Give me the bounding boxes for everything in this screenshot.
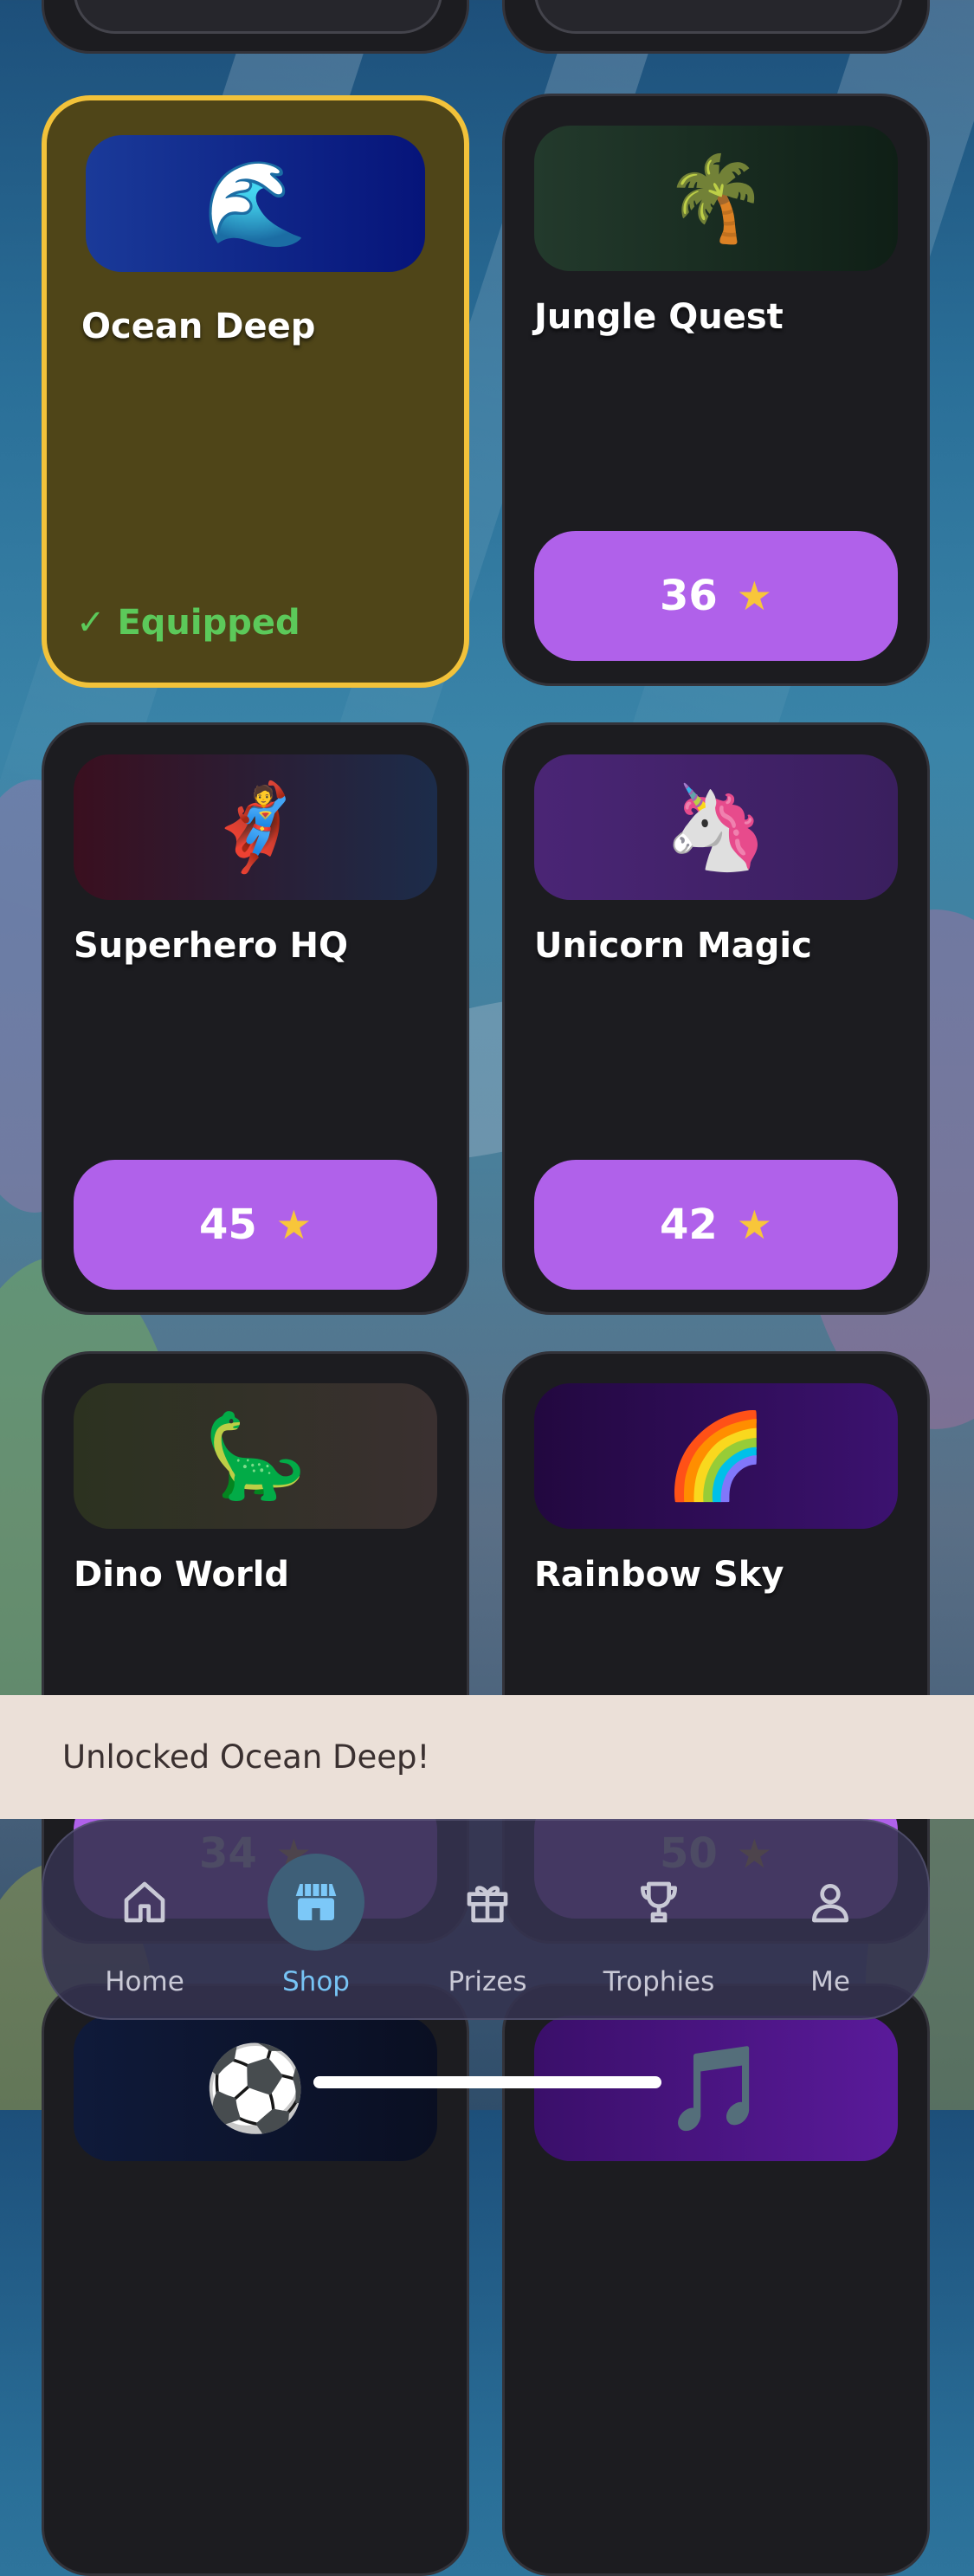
water-wave-icon: 🌊 [86,135,425,272]
star-icon: ★ [275,1201,313,1248]
person-icon [782,1854,879,1951]
buy-button[interactable]: 36 ★ [534,531,898,661]
theme-card-music[interactable]: 🎵 [502,1984,930,2576]
theme-card-superhero-hq[interactable]: 🦸 Superhero HQ 45 ★ [42,722,469,1315]
card-title: Rainbow Sky [534,1555,784,1595]
star-icon: ★ [736,573,773,619]
soccer-ball-icon: ⚽ [74,2016,437,2161]
tab-me[interactable]: Me [744,1821,917,2022]
gift-icon [439,1854,536,1951]
theme-card-jungle-quest[interactable]: 🌴 Jungle Quest 36 ★ [502,94,930,686]
tab-label: Home [105,1966,184,1997]
unicorn-icon: 🦄 [534,754,898,900]
theme-card-sports[interactable]: ⚽ [42,1984,469,2576]
tab-prizes[interactable]: Prizes [401,1821,574,2022]
card-title: Superhero HQ [74,926,348,966]
tab-label: Trophies [603,1966,715,1997]
bottom-tab-bar: Home Shop Prizes Trophies Me [42,1819,930,2020]
tab-shop[interactable]: Shop [229,1821,403,2022]
theme-card-partial[interactable] [42,0,469,54]
buy-button[interactable]: 42 ★ [534,1160,898,1290]
price-button[interactable] [74,0,442,34]
toast-message: Unlocked Ocean Deep! [62,1738,430,1776]
unlock-toast: Unlocked Ocean Deep! [0,1695,974,1819]
music-note-icon: 🎵 [534,2016,898,2161]
tab-label: Shop [282,1966,350,1997]
card-title: Unicorn Magic [534,926,812,966]
equipped-status: ✓ Equipped [76,603,300,643]
theme-card-unicorn-magic[interactable]: 🦄 Unicorn Magic 42 ★ [502,722,930,1315]
price-value: 42 [659,1201,718,1249]
price-value: 36 [659,572,718,620]
price-value: 45 [198,1201,257,1249]
card-title: Jungle Quest [534,297,784,337]
dinosaur-icon: 🦕 [74,1383,437,1529]
tab-home[interactable]: Home [58,1821,231,2022]
palm-tree-icon: 🌴 [534,126,898,271]
tab-label: Me [810,1966,850,1997]
tab-trophies[interactable]: Trophies [572,1821,745,2022]
card-title: Dino World [74,1555,290,1595]
trophy-icon [610,1854,707,1951]
tab-label: Prizes [448,1966,527,1997]
price-button[interactable] [534,0,903,34]
rainbow-icon: 🌈 [534,1383,898,1529]
card-title: Ocean Deep [81,307,316,346]
superhero-icon: 🦸 [74,754,437,900]
theme-card-ocean-deep[interactable]: 🌊 Ocean Deep ✓ Equipped [42,95,469,688]
star-icon: ★ [736,1201,773,1248]
theme-card-partial[interactable] [502,0,930,54]
house-icon [96,1854,193,1951]
buy-button[interactable]: 45 ★ [74,1160,437,1290]
home-indicator[interactable] [313,2076,661,2088]
store-icon [268,1854,364,1951]
